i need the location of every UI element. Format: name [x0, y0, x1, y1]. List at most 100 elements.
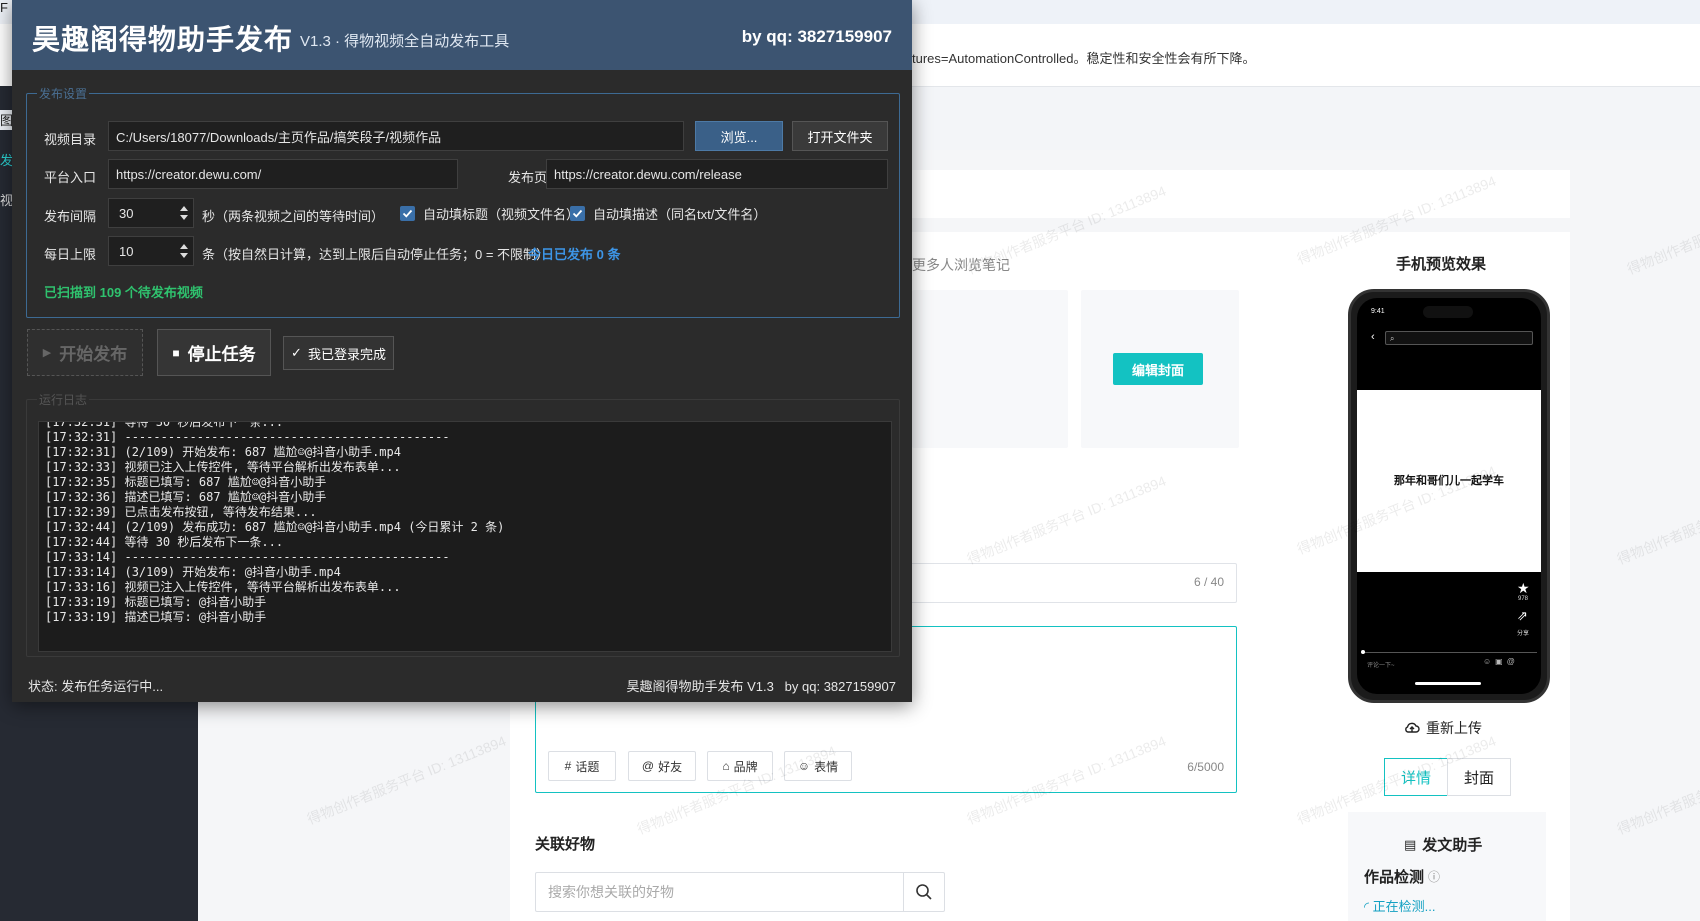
log-line: [17:33:14] -----------------------------…: [45, 550, 450, 564]
works-check-title: 作品检测 ⓘ: [1364, 866, 1440, 887]
phone-toolbar-icons: ☺▣@: [1483, 657, 1519, 666]
settings-group: 发布设置 视频目录 C:/Users/18077/Downloads/主页作品/…: [26, 85, 900, 318]
goods-search-button[interactable]: [903, 873, 944, 911]
today-published-count: 今日已发布 0 条: [528, 247, 621, 262]
notice-text: tures=AutomationControlled。稳定性和安全性会有所下降。: [912, 51, 1256, 66]
logged-in-label: 我已登录完成: [307, 346, 386, 362]
footer-text: 昊趣阁得物助手发布 V1.3 by qq: 3827159907: [626, 679, 896, 694]
stop-task-button[interactable]: ■ 停止任务: [157, 329, 271, 376]
play-icon: ▶: [42, 347, 52, 359]
helper-title: ▤ 发文助手: [1404, 834, 1482, 855]
checking-text: 正在检测...: [1372, 899, 1436, 914]
phone-search-icon: ⌕: [1385, 331, 1533, 345]
sidebar-clip-1: 图: [0, 110, 12, 130]
share-icon: ⇗: [1517, 608, 1528, 623]
phone-share-label: 分享: [1517, 631, 1530, 637]
auto-title-checkbox[interactable]: 自动填标题（视频文件名）: [400, 204, 579, 223]
browse-button[interactable]: 浏览...: [695, 121, 783, 151]
search-icon: [916, 884, 932, 900]
interval-spinbox[interactable]: 30: [108, 198, 194, 228]
phone-progress-track: [1361, 652, 1537, 653]
stop-icon: ■: [172, 345, 180, 360]
app-author: by qq: 3827159907: [741, 27, 892, 46]
at-icon: @: [641, 759, 655, 773]
goods-search-box: [535, 872, 945, 912]
edit-cover-button[interactable]: 编辑封面: [1113, 353, 1203, 385]
video-dir-label: 视频目录: [44, 132, 97, 147]
loading-icon: ◜: [1364, 899, 1370, 914]
publish-helper-card: ▤ 发文助手 作品检测 ⓘ ◜ 正在检测...: [1348, 812, 1546, 921]
log-line: [17:32:39] 已点击发布按钮, 等待发布结果...: [45, 505, 317, 519]
cover-placeholder-left: [912, 290, 1068, 448]
phone-collect-count: 978: [1518, 596, 1529, 602]
works-check-text: 作品检测: [1364, 869, 1425, 886]
checkmark-icon: [570, 206, 585, 221]
desc-char-count: 6/5000: [1187, 760, 1224, 774]
spin-arrows-icon[interactable]: [179, 203, 189, 223]
log-line: [17:32:31] -----------------------------…: [45, 430, 450, 444]
top-left-clip: F: [0, 0, 8, 15]
topic-tag-label: 话题: [575, 759, 600, 774]
checkmark-icon: ✓: [291, 345, 302, 360]
app-version: V1.3 · 得物视频全自动发布工具: [300, 33, 510, 50]
release-url-input[interactable]: https://creator.dewu.com/release: [546, 159, 888, 189]
daily-limit-value: 10: [119, 243, 134, 259]
goods-search-input[interactable]: [546, 873, 890, 911]
checking-status: ◜ 正在检测...: [1364, 896, 1436, 915]
log-line: [17:33:19] 标题已填写: @抖音小助手: [45, 595, 267, 609]
status-text: 状态: 发布任务运行中...: [28, 679, 164, 694]
brand-icon: ⌂: [722, 759, 730, 773]
logged-in-button[interactable]: ✓ 我已登录完成: [283, 336, 394, 370]
log-line: [17:32:31] 等待 30 秒后发布下一条...: [45, 421, 284, 429]
log-line: [17:33:14] (3/109) 开始发布: @抖音小助手.mp4: [45, 565, 341, 579]
log-line: [17:32:35] 标题已填写: 687 尴尬☺@抖音小助手: [45, 475, 327, 489]
log-group-title: 运行日志: [37, 391, 90, 408]
cloud-upload-icon: [1405, 722, 1420, 733]
sidebar-clip-3: 视: [0, 193, 12, 208]
back-icon: ‹: [1371, 331, 1375, 343]
preview-title: 手机预览效果: [1396, 256, 1487, 273]
hash-icon: #: [564, 759, 572, 773]
help-icon[interactable]: ⓘ: [1428, 868, 1440, 885]
friend-tag-button[interactable]: @ 好友: [628, 751, 696, 781]
auto-desc-checkbox[interactable]: 自动填描述（同名txt/文件名）: [570, 204, 766, 223]
spin-arrows-icon[interactable]: [179, 241, 189, 261]
platform-label: 平台入口: [44, 170, 97, 185]
auto-title-label: 自动填标题（视频文件名）: [423, 207, 580, 222]
log-line: [17:33:19] 描述已填写: @抖音小助手: [45, 610, 267, 624]
daily-limit-unit-text: 条（按自然日计算，达到上限后自动停止任务；0 = 不限制）: [202, 247, 550, 262]
interval-value: 30: [119, 205, 134, 221]
document-icon: ▤: [1404, 836, 1417, 852]
checkmark-icon: [400, 206, 415, 221]
log-line: [17:32:33] 视频已注入上传控件, 等待平台解析出发布表单...: [45, 460, 401, 474]
log-line: [17:32:44] 等待 30 秒后发布下一条...: [45, 535, 284, 549]
video-dir-input[interactable]: C:/Users/18077/Downloads/主页作品/搞笑段子/视频作品: [108, 121, 684, 151]
start-publish-label: 开始发布: [59, 345, 128, 364]
log-line: [17:33:16] 视频已注入上传控件, 等待平台解析出发布表单...: [45, 580, 401, 594]
daily-limit-spinbox[interactable]: 10: [108, 236, 194, 266]
star-icon: ★: [1517, 580, 1530, 596]
reupload-button[interactable]: 重新上传: [1404, 718, 1482, 738]
sidebar-clip-2: 发: [0, 153, 12, 168]
start-publish-button[interactable]: ▶ 开始发布: [27, 329, 143, 376]
auto-desc-label: 自动填描述（同名txt/文件名）: [593, 207, 767, 222]
log-textarea[interactable]: [17:32:31] 等待 30 秒后发布下一条... [17:32:31] --…: [38, 421, 892, 652]
phone-progress-knob: [1361, 650, 1365, 654]
helper-title-text: 发文助手: [1422, 837, 1483, 854]
release-page-label: 发布页: [508, 170, 548, 185]
phone-time: 9:41: [1371, 308, 1385, 315]
open-folder-button[interactable]: 打开文件夹: [792, 121, 888, 151]
interval-unit-text: 秒（两条视频之间的等待时间）: [202, 209, 385, 224]
platform-url-input[interactable]: https://creator.dewu.com/: [108, 159, 458, 189]
log-line: [17:32:31] (2/109) 开始发布: 687 尴尬☺@抖音小助手.m…: [45, 445, 401, 459]
settings-group-title: 发布设置: [37, 85, 90, 102]
phone-notch: [1423, 306, 1473, 318]
title-char-count: 6 / 40: [1193, 575, 1224, 589]
daily-limit-label: 每日上限: [44, 247, 97, 262]
app-title-bar: 昊趣阁得物助手发布 V1.3 · 得物视频全自动发布工具 by qq: 3827…: [12, 0, 912, 70]
log-line: [17:32:44] (2/109) 发布成功: 687 尴尬☺@抖音小助手.m…: [45, 520, 505, 534]
stop-task-label: 停止任务: [187, 345, 256, 364]
log-lines: [17:32:31] 等待 30 秒后发布下一条... [17:32:31] --…: [45, 421, 505, 625]
app-title: 昊趣阁得物助手发布: [32, 24, 294, 55]
topic-tag-button[interactable]: # 话题: [548, 751, 616, 781]
